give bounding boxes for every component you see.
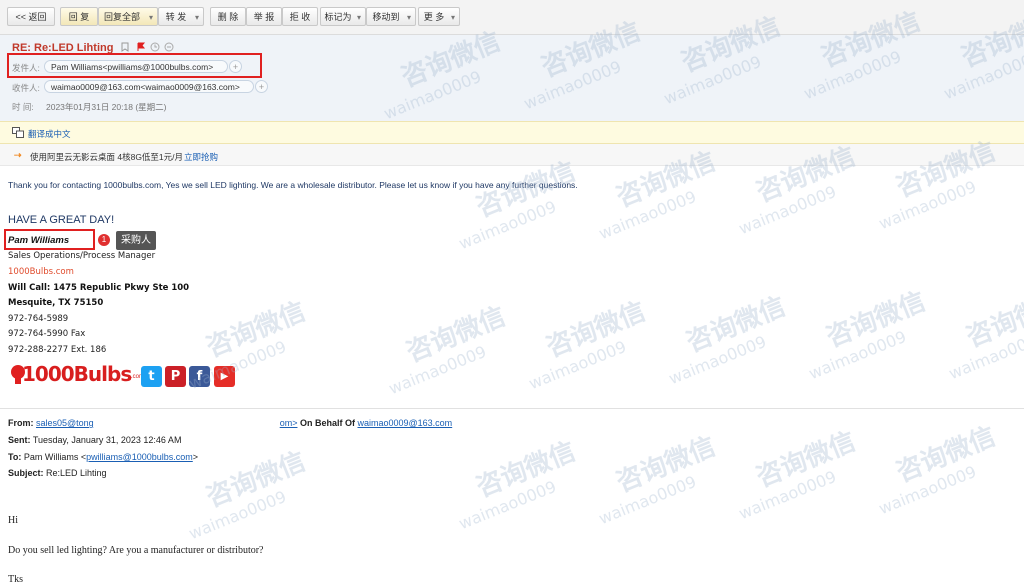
watermark: 咨询微信 waimao0009 xyxy=(876,421,1000,519)
toolbar: << 返回 回 复 回复全部 转 发 删 除 举 报 拒 收 标记为 移动到 更… xyxy=(0,0,1024,35)
annotation-number: 1 xyxy=(98,234,110,246)
reply-button[interactable]: 回 复 xyxy=(60,7,98,26)
delete-button[interactable]: 删 除 xyxy=(210,7,246,26)
to-label: 收件人: xyxy=(12,83,40,93)
move-to-button[interactable]: 移动到 xyxy=(366,7,416,27)
add-recipient-icon[interactable]: + xyxy=(255,80,268,93)
watermark: 咨询微信 waimao0009 xyxy=(186,446,310,544)
report-button[interactable]: 举 报 xyxy=(246,7,282,26)
translate-link[interactable]: 翻译成中文 xyxy=(28,128,71,140)
signature-ext: 972-288-2277 Ext. 186 xyxy=(8,345,107,355)
signature-phone: 972-764-5989 xyxy=(8,314,69,324)
back-button[interactable]: << 返回 xyxy=(7,7,55,26)
signature-address-1: Will Call: 1475 Republic Pkwy Ste 100 xyxy=(8,283,190,293)
quote-divider xyxy=(0,408,1024,409)
cloud-icon: ⇢ xyxy=(14,150,22,160)
watermark: 咨询微信 waimao0009 xyxy=(596,431,720,529)
watermark: 咨询微信 waimao0009 xyxy=(806,286,930,384)
time-value: 2023年01月31日 20:18 (星期二) xyxy=(46,102,167,112)
bookmark-icon[interactable] xyxy=(120,42,130,52)
quoted-to-email[interactable]: pwilliams@1000bulbs.com xyxy=(86,452,193,462)
watermark: 咨询微信 waimao0009 xyxy=(386,301,510,399)
forward-button[interactable]: 转 发 xyxy=(158,7,204,27)
quoted-line-tks: Tks xyxy=(8,574,23,585)
ad-link[interactable]: 立即抢购 xyxy=(184,151,218,163)
1000bulbs-logo[interactable]: 1000Bulbs .com xyxy=(10,362,144,388)
greeting: HAVE A GREAT DAY! xyxy=(8,214,115,226)
annotation-label: 采购人 xyxy=(116,231,156,250)
watermark: 咨询微信 waimao0009 xyxy=(456,436,580,534)
quoted-to-value: Pam Williams < xyxy=(21,452,87,462)
twitter-icon[interactable]: t xyxy=(141,366,162,387)
red-flag-icon[interactable] xyxy=(136,42,146,52)
translate-bar xyxy=(0,121,1024,144)
reject-button[interactable]: 拒 收 xyxy=(282,7,318,26)
quoted-line-hi: Hi xyxy=(8,515,18,526)
recipient-chip[interactable]: waimao0009@163.com<waimao0009@163.com> xyxy=(44,80,254,93)
quoted-to-label: To: xyxy=(8,452,22,462)
clock-icon[interactable] xyxy=(150,42,160,52)
time-label: 时 间: xyxy=(12,102,34,112)
signature-fax: 972-764-5990 Fax xyxy=(8,329,86,339)
quoted-from: From: sales05@tong om> On Behalf Of waima… xyxy=(8,418,452,428)
watermark: 咨询微信 waimao0009 xyxy=(526,296,650,394)
quoted-subject-label: Subject: xyxy=(8,468,44,478)
facebook-icon[interactable]: f xyxy=(189,366,210,387)
print-icon[interactable] xyxy=(164,42,174,52)
buyer-highlight-box xyxy=(4,229,95,250)
watermark: 咨询微信 waimao0009 xyxy=(736,426,860,524)
sender-highlight-box xyxy=(7,53,262,78)
quoted-line-question: Do you sell led lighting? Are you a manu… xyxy=(8,545,264,556)
quoted-to: To: Pam Williams <pwilliams@1000bulbs.co… xyxy=(8,452,198,462)
quoted-subject: Subject: Re:LED Lihting xyxy=(8,468,107,478)
signature-address-2: Mesquite, TX 75150 xyxy=(8,298,104,308)
signature-title: Sales Operations/Process Manager xyxy=(8,251,156,261)
more-button[interactable]: 更 多 xyxy=(418,7,460,27)
translate-icon xyxy=(12,127,24,138)
logo-text: 1000Bulbs xyxy=(22,362,132,386)
behalf-email[interactable]: waimao0009@163.com xyxy=(357,418,452,428)
watermark: 咨询微信 waimao0009 xyxy=(666,291,790,389)
youtube-icon[interactable]: ▶ xyxy=(214,366,235,387)
quoted-from-email-end[interactable]: om> xyxy=(280,418,298,428)
quoted-sent: Sent: Tuesday, January 31, 2023 12:46 AM xyxy=(8,435,181,445)
reply-intro: Thank you for contacting 1000bulbs.com, … xyxy=(8,180,578,190)
reply-all-button[interactable]: 回复全部 xyxy=(98,7,158,27)
signature-site: 1000Bulbs.com xyxy=(8,267,74,277)
quoted-sent-value: Tuesday, January 31, 2023 12:46 AM xyxy=(30,435,182,445)
on-behalf-label: On Behalf Of xyxy=(297,418,358,428)
quoted-sent-label: Sent: xyxy=(8,435,31,445)
quoted-from-email[interactable]: sales05@tong xyxy=(36,418,94,428)
quoted-to-end: > xyxy=(192,452,199,462)
watermark: 咨询微信 waimao0009 xyxy=(946,286,1024,384)
quoted-subject-value: Re:LED Lihting xyxy=(43,468,107,478)
pinterest-icon[interactable]: P xyxy=(165,366,186,387)
quoted-from-label: From: xyxy=(8,418,34,428)
ad-text: 使用阿里云无影云桌面 4核8G低至1元/月 xyxy=(30,152,184,162)
mark-as-button[interactable]: 标记为 xyxy=(320,7,366,27)
